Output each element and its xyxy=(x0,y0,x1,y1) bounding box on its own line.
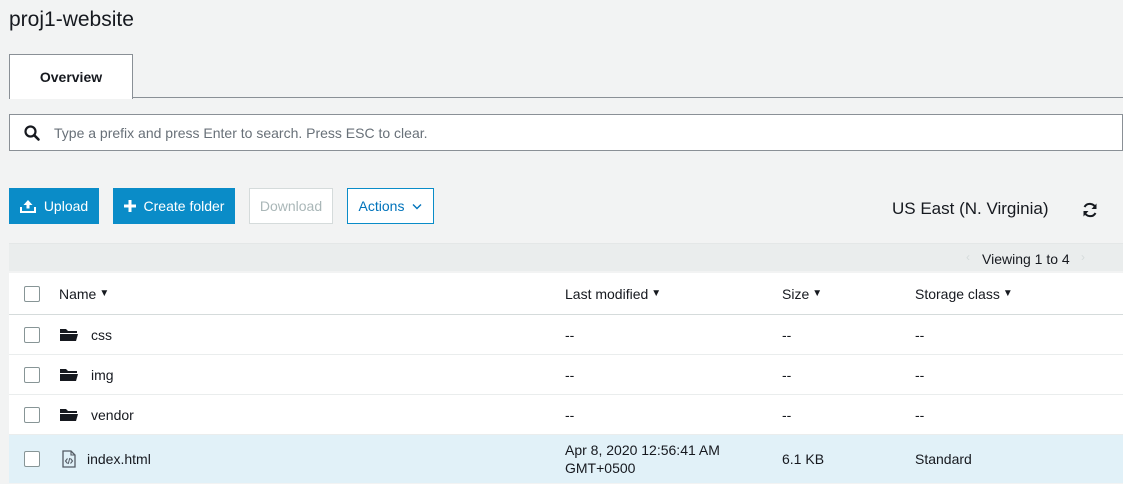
html-file-icon xyxy=(62,450,76,468)
paging-label: Viewing 1 to 4 xyxy=(982,251,1070,267)
last-modified-cell: Apr 8, 2020 12:56:41 AM GMT+0500 xyxy=(565,435,720,483)
last-modified-cell: -- xyxy=(565,406,575,423)
column-name[interactable]: Name ▼ xyxy=(59,273,109,314)
select-all-checkbox[interactable] xyxy=(24,285,40,302)
sort-icon: ▼ xyxy=(1002,288,1013,299)
refresh-icon[interactable] xyxy=(1081,201,1099,219)
sort-icon: ▼ xyxy=(651,288,662,299)
folder-icon xyxy=(60,368,78,381)
sort-icon: ▼ xyxy=(812,288,823,299)
column-last-modified-label: Last modified xyxy=(565,285,649,302)
plus-icon xyxy=(123,200,136,212)
pagination-bar: ‹ Viewing 1 to 4 › xyxy=(9,243,1123,271)
column-last-modified[interactable]: Last modified ▼ xyxy=(565,273,661,314)
folder-icon xyxy=(60,408,78,421)
upload-button[interactable]: Upload xyxy=(9,188,99,224)
tab-overview[interactable]: Overview xyxy=(9,54,133,99)
page-title: proj1-website xyxy=(9,8,134,31)
download-label: Download xyxy=(259,198,323,214)
name-cell[interactable]: index.html xyxy=(59,435,151,483)
folder-icon xyxy=(60,328,78,341)
row-checkbox[interactable] xyxy=(24,326,40,343)
tabs-divider xyxy=(9,97,1123,98)
name-cell[interactable]: img xyxy=(59,355,114,394)
region-label: US East (N. Virginia) xyxy=(892,199,1049,218)
upload-icon xyxy=(19,200,36,213)
column-size[interactable]: Size ▼ xyxy=(782,273,822,314)
upload-label: Upload xyxy=(43,198,89,214)
actions-dropdown[interactable]: Actions xyxy=(347,188,434,224)
prev-page-icon[interactable]: ‹ xyxy=(966,250,970,264)
table-row[interactable]: css -- -- -- xyxy=(9,315,1123,355)
storage-class-cell: -- xyxy=(915,406,925,423)
storage-class-cell: -- xyxy=(915,326,925,343)
sort-icon: ▼ xyxy=(99,288,110,299)
create-folder-label: Create folder xyxy=(143,198,225,214)
table-row[interactable]: vendor -- -- -- xyxy=(9,395,1123,435)
next-page-icon[interactable]: › xyxy=(1081,250,1085,264)
column-size-label: Size xyxy=(782,285,810,302)
object-name[interactable]: css xyxy=(91,327,112,343)
create-folder-button[interactable]: Create folder xyxy=(113,188,235,224)
object-name[interactable]: index.html xyxy=(87,451,151,467)
last-modified-timezone: GMT+0500 xyxy=(565,460,636,476)
table-row[interactable]: index.html Apr 8, 2020 12:56:41 AM GMT+0… xyxy=(9,435,1123,483)
last-modified-cell: -- xyxy=(565,366,575,383)
object-name[interactable]: img xyxy=(91,367,114,383)
search-bar[interactable] xyxy=(9,114,1123,151)
column-storage-class-label: Storage class xyxy=(915,285,1000,302)
table-header: Name ▼ Last modified ▼ Size ▼ Storage class… xyxy=(9,273,1123,315)
row-checkbox[interactable] xyxy=(24,366,40,383)
last-modified-date: Apr 8, 2020 12:56:41 AM xyxy=(565,442,720,458)
download-button[interactable]: Download xyxy=(249,188,333,224)
last-modified-cell: -- xyxy=(565,326,575,343)
size-cell: -- xyxy=(782,406,792,423)
storage-class-cell: -- xyxy=(915,366,925,383)
name-cell[interactable]: css xyxy=(59,315,112,354)
size-cell: 6.1 KB xyxy=(782,451,825,467)
name-cell[interactable]: vendor xyxy=(59,395,134,434)
chevron-down-icon xyxy=(412,203,422,209)
search-input[interactable] xyxy=(54,115,1122,150)
object-name[interactable]: vendor xyxy=(91,407,134,423)
size-cell: -- xyxy=(782,326,792,343)
search-icon xyxy=(24,124,40,141)
table-row[interactable]: img -- -- -- xyxy=(9,355,1123,395)
column-storage-class[interactable]: Storage class ▼ xyxy=(915,273,1013,314)
row-checkbox[interactable] xyxy=(24,451,40,467)
column-name-label: Name xyxy=(59,285,97,302)
objects-table: Name ▼ Last modified ▼ Size ▼ Storage class… xyxy=(9,273,1123,483)
storage-class-cell: Standard xyxy=(915,451,972,467)
actions-label: Actions xyxy=(358,198,405,214)
row-checkbox[interactable] xyxy=(24,406,40,423)
size-cell: -- xyxy=(782,366,792,383)
